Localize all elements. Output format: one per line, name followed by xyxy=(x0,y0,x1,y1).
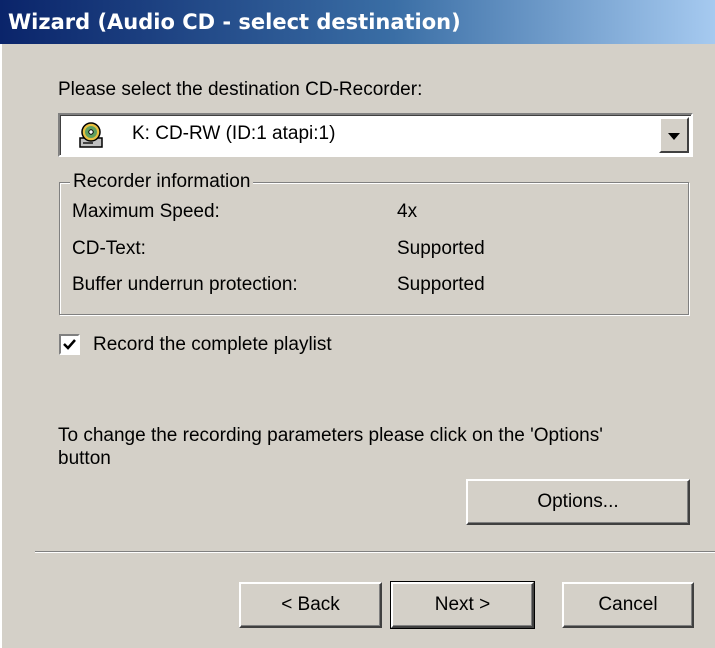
window-edge xyxy=(0,44,2,648)
cd-text-label: CD-Text: xyxy=(72,238,146,259)
options-hint-line1: To change the recording parameters pleas… xyxy=(58,425,603,446)
next-button[interactable]: Next > xyxy=(390,581,535,629)
options-hint-line2: button xyxy=(58,448,111,469)
recorder-select-value: K: CD-RW (ID:1 atapi:1) xyxy=(132,123,336,144)
cd-drive-icon xyxy=(79,122,103,148)
record-playlist-label[interactable]: Record the complete playlist xyxy=(93,334,332,356)
recorder-info-legend: Recorder information xyxy=(70,171,254,193)
buffer-underrun-value: Supported xyxy=(397,274,485,295)
buffer-underrun-label: Buffer underrun protection: xyxy=(72,274,298,295)
title-bar: Wizard (Audio CD - select destination) xyxy=(0,0,715,44)
checkmark-icon xyxy=(63,339,76,350)
max-speed-value: 4x xyxy=(397,201,418,222)
window-title: Wizard (Audio CD - select destination) xyxy=(8,10,461,34)
recorder-select[interactable]: K: CD-RW (ID:1 atapi:1) xyxy=(58,113,693,157)
destination-prompt: Please select the destination CD-Recorde… xyxy=(58,79,423,100)
dropdown-arrow-button[interactable] xyxy=(659,117,689,153)
separator xyxy=(35,551,715,553)
cd-text-value: Supported xyxy=(397,238,485,259)
options-button[interactable]: Options... xyxy=(466,479,690,525)
cancel-button[interactable]: Cancel xyxy=(562,582,694,628)
back-button[interactable]: < Back xyxy=(239,582,382,628)
record-playlist-checkbox[interactable] xyxy=(59,334,80,355)
max-speed-label: Maximum Speed: xyxy=(72,201,220,222)
